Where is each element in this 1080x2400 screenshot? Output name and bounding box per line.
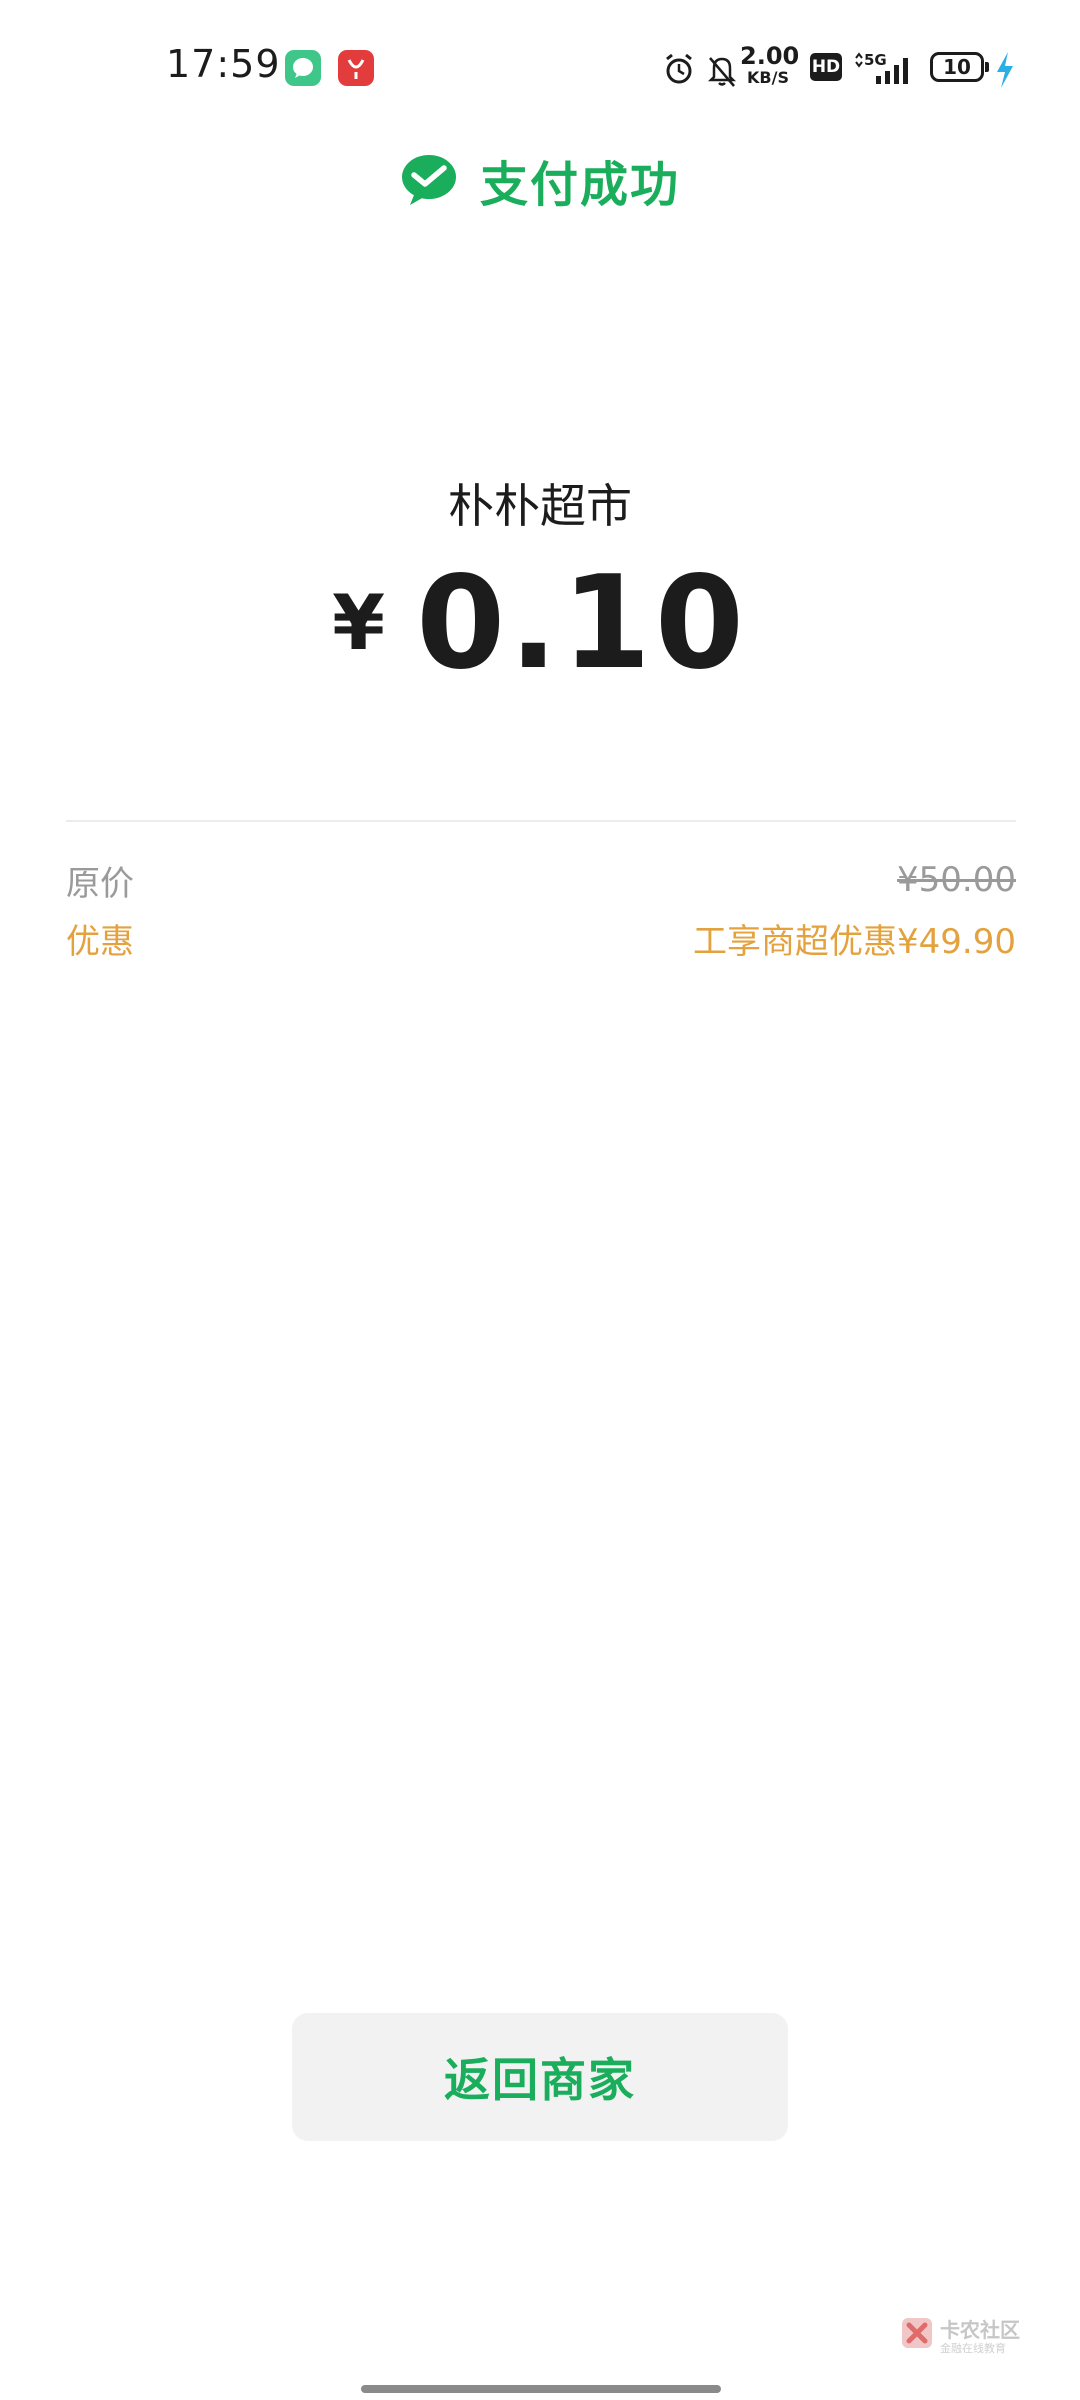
original-price-value: ¥50.00 — [897, 860, 1016, 900]
charging-bolt-icon — [997, 52, 1013, 88]
signal-5g-label: 5G — [864, 51, 887, 69]
divider — [66, 820, 1016, 822]
network-speed: 2.00 KB/S — [740, 42, 800, 87]
amount-value: 0.10 — [416, 549, 748, 698]
original-price-row: 原价 ¥50.00 — [66, 856, 1016, 904]
status-bar: 17:59 2.00 KB/S HD 5G 10 — [0, 0, 1080, 136]
shopping-app-icon — [338, 50, 374, 86]
hd-voice-badge: HD — [810, 53, 842, 81]
mute-bell-icon — [707, 57, 737, 87]
payment-amount: ¥ 0.10 — [0, 560, 1080, 688]
signal-5g-icon: 5G — [855, 51, 908, 84]
network-speed-value: 2.00 — [740, 42, 800, 70]
payment-success-title: 支付成功 — [479, 157, 680, 213]
watermark-logo-icon — [902, 2318, 932, 2348]
original-price-label: 原价 — [66, 863, 134, 904]
chat-app-icon — [285, 50, 321, 86]
discount-row: 优惠 工享商超优惠¥49.90 — [66, 914, 1016, 962]
network-speed-unit: KB/S — [747, 68, 789, 87]
alarm-icon — [666, 53, 692, 84]
discount-value: 工享商超优惠¥49.90 — [693, 921, 1016, 962]
discount-label: 优惠 — [66, 921, 134, 962]
wechat-pay-icon — [401, 155, 456, 205]
home-indicator[interactable] — [361, 2385, 721, 2393]
watermark-subtext: 金融在线教育 — [940, 2342, 1006, 2355]
status-time: 17:59 — [166, 42, 281, 86]
watermark: 卡农社区 金融在线教育 — [900, 2312, 1030, 2362]
battery-indicator: 10 — [930, 52, 989, 82]
watermark-text: 卡农社区 — [940, 2318, 1020, 2342]
merchant-name: 朴朴超市 — [448, 479, 632, 533]
currency-symbol: ¥ — [332, 578, 385, 667]
back-to-merchant-button[interactable]: 返回商家 — [292, 2013, 788, 2141]
payment-success-header: 支付成功 — [0, 148, 1080, 213]
